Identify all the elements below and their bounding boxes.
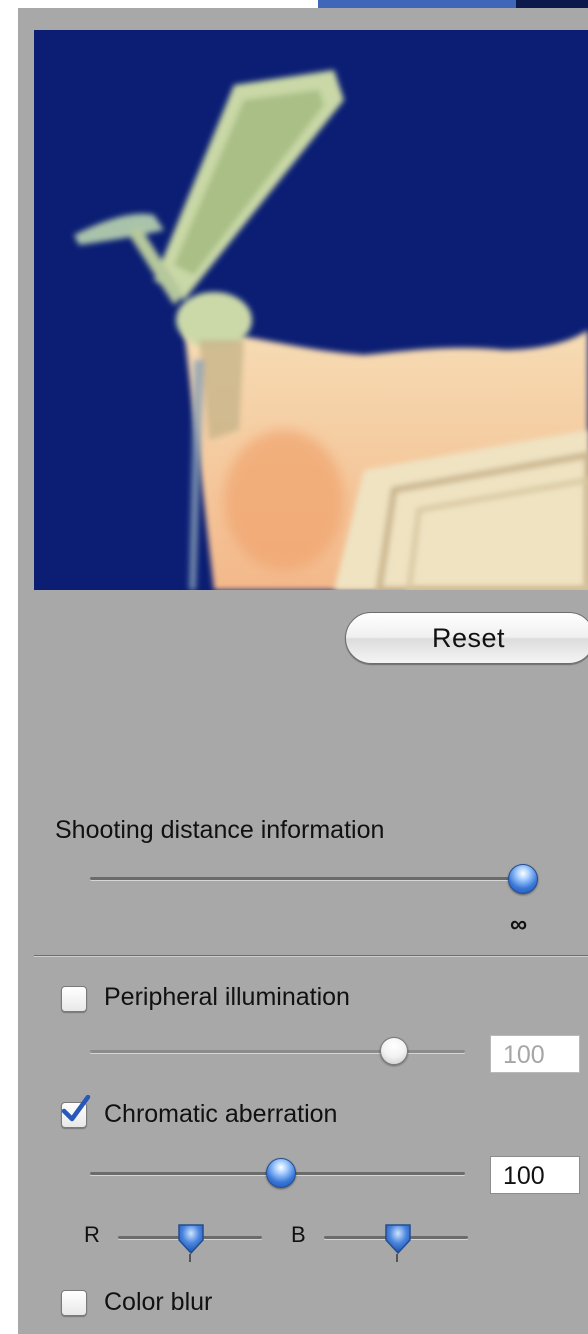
- blue-channel-center-tick: [396, 1254, 398, 1262]
- color-blur-label: Color blur: [104, 1288, 213, 1316]
- chromatic-aberration-label: Chromatic aberration: [104, 1100, 338, 1128]
- image-preview[interactable]: [34, 30, 588, 590]
- checkmark-icon: [61, 1095, 91, 1122]
- peripheral-illumination-label: Peripheral illumination: [104, 983, 350, 1011]
- reset-button[interactable]: Reset: [345, 612, 588, 664]
- chromatic-aberration-checkbox[interactable]: [61, 1095, 91, 1128]
- shooting-distance-slider-track[interactable]: [90, 877, 520, 880]
- reset-button-label: Reset: [431, 622, 506, 653]
- chromatic-aberration-slider-thumb[interactable]: [266, 1158, 296, 1188]
- infinity-symbol: ∞: [510, 911, 528, 938]
- chromatic-aberration-value-field[interactable]: 100: [490, 1156, 580, 1194]
- peripheral-illumination-slider-track[interactable]: [90, 1050, 465, 1053]
- red-channel-slider-thumb[interactable]: [176, 1222, 206, 1256]
- color-blur-checkbox[interactable]: [61, 1290, 87, 1316]
- section-divider: [34, 955, 588, 956]
- red-channel-label: R: [84, 1222, 100, 1247]
- peripheral-illumination-value-field[interactable]: 100: [490, 1035, 580, 1073]
- top-bar-accent: [318, 0, 516, 8]
- preview-photo: [34, 30, 588, 590]
- shooting-distance-label: Shooting distance information: [55, 816, 385, 844]
- peripheral-illumination-slider-thumb[interactable]: [380, 1037, 408, 1065]
- top-bar-dark-region: [516, 0, 588, 8]
- window-left-edge: [0, 8, 18, 1334]
- red-channel-center-tick: [189, 1254, 191, 1262]
- shooting-distance-slider-thumb[interactable]: [508, 864, 538, 894]
- blue-channel-slider-thumb[interactable]: [383, 1222, 413, 1256]
- blue-channel-label: B: [291, 1222, 306, 1247]
- peripheral-illumination-checkbox[interactable]: [61, 986, 87, 1012]
